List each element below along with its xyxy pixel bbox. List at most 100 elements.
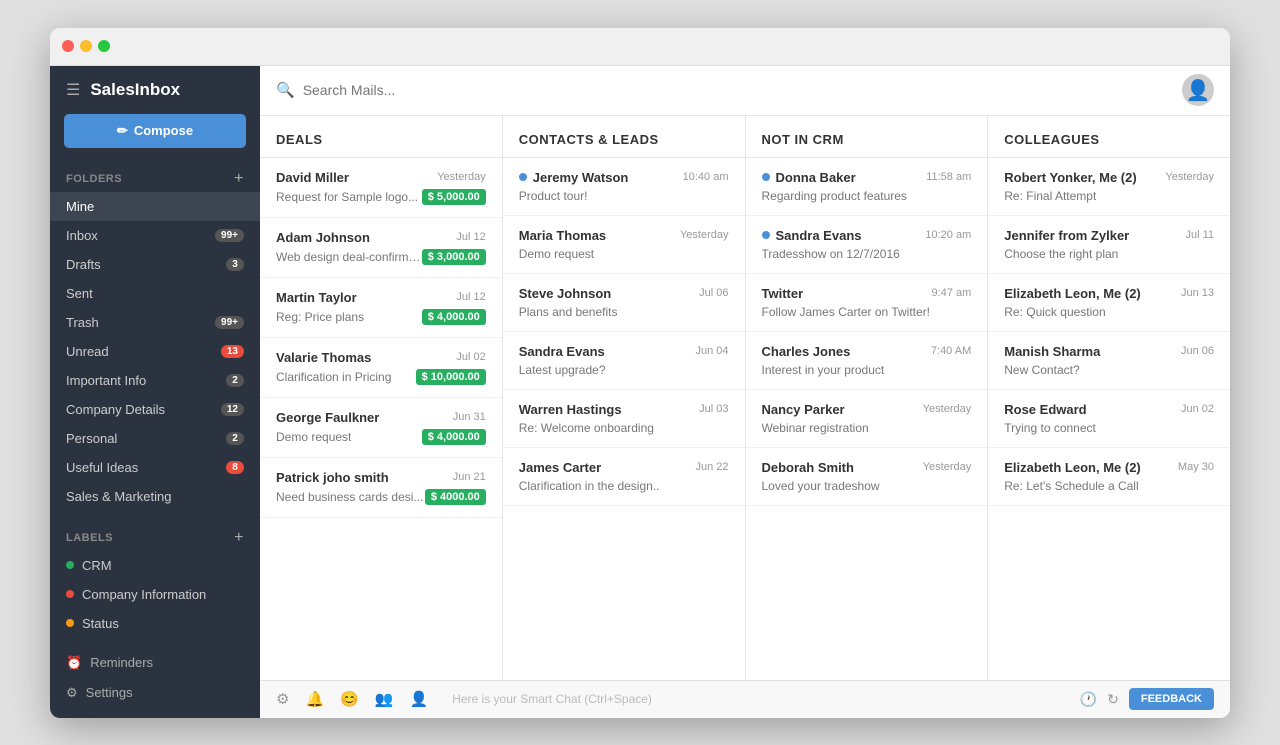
email-item-header: Jeremy Watson10:40 am xyxy=(519,170,729,185)
email-list: Robert Yonker, Me (2)YesterdayRe: Final … xyxy=(988,158,1230,680)
email-sender: Jeremy Watson xyxy=(533,170,629,185)
folder-badge: 99+ xyxy=(215,229,244,242)
email-sender: Warren Hastings xyxy=(519,402,622,417)
email-sender: Twitter xyxy=(762,286,804,301)
sidebar-item-trash[interactable]: Trash99+ xyxy=(50,308,260,337)
email-date: 11:58 am xyxy=(926,171,971,183)
email-item[interactable]: Sandra EvansJun 04 Latest upgrade? xyxy=(503,332,745,390)
sidebar-item-sales-&-marketing[interactable]: Sales & Marketing xyxy=(50,482,260,511)
footer-list: ⏰Reminders⚙Settings xyxy=(66,648,244,708)
footer-item-settings[interactable]: ⚙Settings xyxy=(66,678,244,708)
sender-wrap: Martin Taylor xyxy=(276,290,357,305)
email-item-sub: Re: Final Attempt xyxy=(1004,189,1214,203)
hamburger-icon[interactable]: ☰ xyxy=(66,80,80,100)
sidebar-item-personal[interactable]: Personal2 xyxy=(50,424,260,453)
refresh-icon[interactable]: ↻ xyxy=(1107,691,1119,708)
email-item[interactable]: Rose EdwardJun 02Trying to connect xyxy=(988,390,1230,448)
folder-label: Drafts xyxy=(66,257,101,272)
sidebar-item-useful-ideas[interactable]: Useful Ideas8 xyxy=(50,453,260,482)
email-item[interactable]: Valarie ThomasJul 02Clarification in Pri… xyxy=(260,338,502,398)
folder-badge: 3 xyxy=(226,258,244,271)
email-item[interactable]: Manish SharmaJun 06New Contact? xyxy=(988,332,1230,390)
emoji-icon[interactable]: 😊 xyxy=(340,690,359,708)
email-item-sub: Request for Sample logo...$ 5,000.00 xyxy=(276,189,486,205)
close-button[interactable] xyxy=(62,40,74,52)
email-item[interactable]: David MillerYesterday Request for Sample … xyxy=(260,158,502,218)
sender-wrap: Jeremy Watson xyxy=(519,170,629,185)
settings-icon[interactable]: ⚙ xyxy=(276,690,289,708)
email-item[interactable]: Martin TaylorJul 12Reg: Price plans$ 4,0… xyxy=(260,278,502,338)
email-item-sub: Need business cards desi...$ 4000.00 xyxy=(276,489,486,505)
clock-icon[interactable]: 🕐 xyxy=(1080,691,1097,708)
email-item-sub: New Contact? xyxy=(1004,363,1214,377)
email-date: Jun 21 xyxy=(453,471,486,483)
email-item[interactable]: Maria ThomasYesterdayDemo request xyxy=(503,216,745,274)
bell-icon[interactable]: 🔔 xyxy=(305,690,324,708)
footer-item-reminders[interactable]: ⏰Reminders xyxy=(66,648,244,678)
email-item[interactable]: Robert Yonker, Me (2)YesterdayRe: Final … xyxy=(988,158,1230,216)
compose-button[interactable]: ✏ Compose xyxy=(64,114,246,148)
email-item[interactable]: Jeremy Watson10:40 amProduct tour! xyxy=(503,158,745,216)
compose-label: Compose xyxy=(134,123,193,138)
search-input[interactable] xyxy=(303,82,1174,98)
user-avatar[interactable]: 👤 xyxy=(1182,74,1214,106)
email-sender: Valarie Thomas xyxy=(276,350,371,365)
email-item-header: David MillerYesterday xyxy=(276,170,486,185)
email-item-sub: Follow James Carter on Twitter! xyxy=(762,305,972,319)
email-item[interactable]: James CarterJun 22Clarification in the d… xyxy=(503,448,745,506)
email-item[interactable]: Sandra Evans10:20 amTradesshow on 12/7/2… xyxy=(746,216,988,274)
email-subject: Clarification in Pricing xyxy=(276,370,391,384)
email-subject: Web design deal-confirma... xyxy=(276,250,422,264)
label-dot xyxy=(66,590,74,598)
sidebar-item-drafts[interactable]: Drafts 3 xyxy=(50,250,260,279)
email-item-header: Elizabeth Leon, Me (2)May 30 xyxy=(1004,460,1214,475)
email-sender: Patrick joho smith xyxy=(276,470,389,485)
sidebar-item-sent[interactable]: Sent xyxy=(50,279,260,308)
email-item[interactable]: Adam JohnsonJul 12Web design deal-confir… xyxy=(260,218,502,278)
sidebar-item-mine[interactable]: Mine xyxy=(50,192,260,221)
feedback-button[interactable]: FEEDBACK xyxy=(1129,688,1214,710)
sidebar-item-company-details[interactable]: Company Details12 xyxy=(50,395,260,424)
add-folder-icon[interactable]: + xyxy=(234,170,244,188)
add-label-icon[interactable]: + xyxy=(234,529,244,547)
sidebar: ☰ SalesInbox ✏ Compose Folders + Mine In… xyxy=(50,66,260,718)
email-item[interactable]: Nancy ParkerYesterdayWebinar registratio… xyxy=(746,390,988,448)
deal-badge: $ 4,000.00 xyxy=(422,429,486,445)
email-item-header: Sandra EvansJun 04 xyxy=(519,344,729,359)
email-date: Jul 03 xyxy=(699,403,728,415)
email-item[interactable]: Patrick joho smith Jun 21 Need business ca… xyxy=(260,458,502,518)
person-icon[interactable]: 👤 xyxy=(410,690,429,708)
email-item[interactable]: Warren HastingsJul 03Re: Welcome onboard… xyxy=(503,390,745,448)
email-item[interactable]: Charles Jones7:40 AMInterest in your pro… xyxy=(746,332,988,390)
sender-wrap: Patrick joho smith xyxy=(276,470,389,485)
email-item[interactable]: Elizabeth Leon, Me (2)Jun 13Re: Quick qu… xyxy=(988,274,1230,332)
folder-label: Important Info xyxy=(66,373,146,388)
email-item[interactable]: Donna Baker11:58 amRegarding product fea… xyxy=(746,158,988,216)
sender-wrap: Robert Yonker, Me (2) xyxy=(1004,170,1136,185)
email-item[interactable]: Elizabeth Leon, Me (2)May 30 Re: Let's Sc… xyxy=(988,448,1230,506)
email-item[interactable]: George FaulknerJun 31Demo request$ 4,000… xyxy=(260,398,502,458)
email-date: Jun 22 xyxy=(695,461,728,473)
email-subject: Latest upgrade? xyxy=(519,363,606,377)
sidebar-item-unread[interactable]: Unread13 xyxy=(50,337,260,366)
email-item[interactable]: Deborah SmithYesterdayLoved your tradesh… xyxy=(746,448,988,506)
sidebar-item-inbox[interactable]: Inbox99+ xyxy=(50,221,260,250)
label-item-company-information[interactable]: Company Information xyxy=(50,580,260,609)
email-subject: Interest in your product xyxy=(762,363,885,377)
sender-wrap: Steve Johnson xyxy=(519,286,611,301)
email-sender: David Miller xyxy=(276,170,349,185)
sender-wrap: Donna Baker xyxy=(762,170,856,185)
email-list: Donna Baker11:58 amRegarding product fea… xyxy=(746,158,988,680)
email-item[interactable]: Jennifer from ZylkerJul 11Choose the rig… xyxy=(988,216,1230,274)
label-item-crm[interactable]: CRM xyxy=(50,551,260,580)
sidebar-item-important-info[interactable]: Important Info2 xyxy=(50,366,260,395)
email-item[interactable]: Twitter9:47 amFollow James Carter on Twi… xyxy=(746,274,988,332)
email-item[interactable]: Steve JohnsonJul 06Plans and benefits xyxy=(503,274,745,332)
email-subject: Re: Let's Schedule a Call xyxy=(1004,479,1138,493)
people-icon[interactable]: 👥 xyxy=(375,690,394,708)
fullscreen-button[interactable] xyxy=(98,40,110,52)
bottom-bar: ⚙ 🔔 😊 👥 👤 Here is your Smart Chat (Ctrl+… xyxy=(260,680,1230,718)
email-sender: Elizabeth Leon, Me (2) xyxy=(1004,286,1141,301)
label-item-status[interactable]: Status xyxy=(50,609,260,638)
minimize-button[interactable] xyxy=(80,40,92,52)
